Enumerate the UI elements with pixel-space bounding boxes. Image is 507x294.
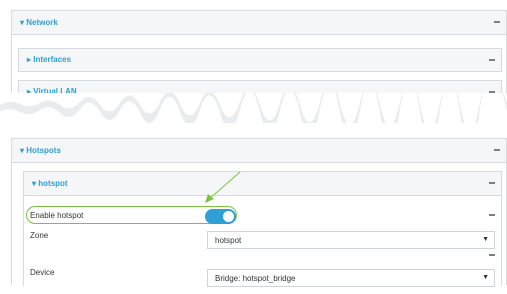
hotspots-panel: ▾ Hotspots ▾ hotspot Enable hotspot Zone…	[11, 138, 507, 287]
device-label: Device	[30, 268, 55, 277]
device-value: Bridge: hotspot_bridge	[215, 274, 296, 283]
caret-down-icon: ▼	[482, 274, 489, 281]
hotspot-title: ▾ hotspot	[32, 179, 68, 188]
collapse-icon[interactable]	[489, 214, 495, 216]
network-title-text: Network	[26, 18, 58, 27]
hotspots-header[interactable]: ▾ Hotspots	[12, 139, 506, 163]
pointer-arrow-icon	[205, 171, 241, 203]
caret-down-icon: ▼	[482, 236, 489, 243]
collapse-icon[interactable]	[494, 21, 500, 23]
hotspot-title-text: hotspot	[38, 179, 68, 188]
toggle-knob	[223, 211, 234, 222]
zone-label: Zone	[30, 231, 49, 240]
interfaces-title: ▸ Interfaces	[27, 55, 72, 64]
collapse-icon[interactable]	[489, 254, 495, 256]
network-title: ▾ Network	[20, 18, 58, 27]
hotspot-header[interactable]: ▾ hotspot	[24, 172, 501, 196]
network-header[interactable]: ▾ Network	[12, 11, 506, 35]
zone-select[interactable]: hotspot ▼	[207, 231, 495, 249]
zone-value: hotspot	[215, 236, 242, 245]
enable-hotspot-label: Enable hotspot	[30, 211, 84, 220]
collapse-icon[interactable]	[494, 149, 500, 151]
device-select[interactable]: Bridge: hotspot_bridge ▼	[207, 269, 495, 287]
zone-row: Zone hotspot ▼	[24, 227, 495, 257]
interfaces-header[interactable]: ▸ Interfaces	[19, 49, 501, 71]
interfaces-title-text: Interfaces	[33, 55, 72, 64]
torn-edge-divider	[0, 93, 507, 123]
hotspot-panel: ▾ hotspot Enable hotspot Zone hotspot ▼ …	[23, 171, 502, 287]
interfaces-panel: ▸ Interfaces	[18, 48, 502, 72]
hotspots-title: ▾ Hotspots	[20, 146, 61, 155]
collapse-icon[interactable]	[489, 182, 495, 184]
device-row: Device Bridge: hotspot_bridge ▼	[24, 264, 495, 294]
hotspots-title-text: Hotspots	[26, 146, 61, 155]
collapse-icon[interactable]	[489, 59, 495, 61]
enable-hotspot-toggle[interactable]	[205, 209, 236, 224]
